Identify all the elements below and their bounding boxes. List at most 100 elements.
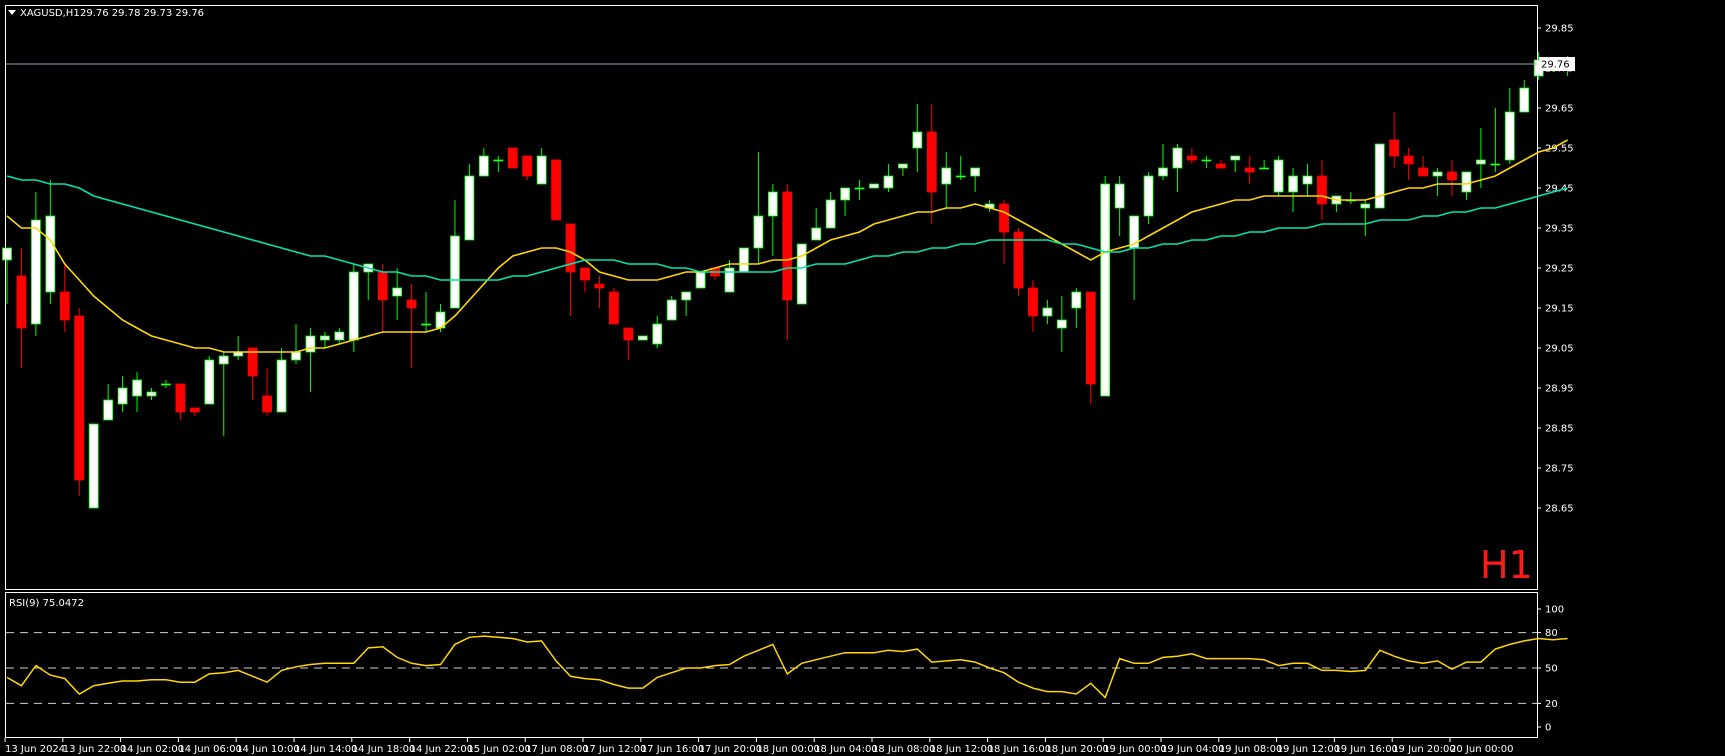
main-pane-frame xyxy=(5,5,1538,590)
price-axis: 29.8529.7529.6529.5529.4529.3529.2529.15… xyxy=(1537,24,1574,515)
candle-body xyxy=(753,215,764,249)
candle-body xyxy=(218,355,229,365)
candle-body xyxy=(912,131,923,149)
candle-body xyxy=(1504,111,1515,161)
candle-body xyxy=(161,383,171,386)
candle-body xyxy=(103,399,114,421)
candle-body xyxy=(1201,159,1212,162)
candle-body xyxy=(666,299,677,321)
rsi-pane-frame xyxy=(5,592,1538,738)
candle-body xyxy=(999,203,1009,233)
price-tick-label: 29.15 xyxy=(1545,304,1574,315)
candle-body xyxy=(955,175,966,178)
candle-body xyxy=(767,191,778,217)
candle-body xyxy=(421,323,431,326)
candle-body xyxy=(1172,147,1183,169)
candle-body xyxy=(450,235,460,309)
time-tick-label: 14 Jun 10:00 xyxy=(236,744,300,755)
time-tick-label: 15 Jun 02:00 xyxy=(467,744,531,755)
price-tick-label: 28.85 xyxy=(1545,424,1574,435)
candle-body xyxy=(59,291,70,321)
candle-body xyxy=(464,175,475,241)
candle-body xyxy=(840,187,850,201)
candle-body xyxy=(811,227,822,241)
candle-body xyxy=(580,267,590,281)
time-tick-label: 14 Jun 22:00 xyxy=(410,744,474,755)
candle-body xyxy=(1447,171,1457,181)
candle-body xyxy=(175,383,186,413)
candle-body xyxy=(1085,291,1096,385)
candle-body xyxy=(1432,171,1443,177)
candle-body xyxy=(1360,203,1371,209)
header-ohlc: 29.76 29.78 29.73 29.76 xyxy=(80,8,204,19)
candle-body xyxy=(1028,287,1038,317)
time-tick-label: 18 Jun 04:00 xyxy=(814,744,878,755)
candle-body xyxy=(1114,183,1125,209)
time-tick-label: 13 Jun 22:00 xyxy=(63,744,127,755)
candle-body xyxy=(941,167,952,185)
candle-body xyxy=(898,163,908,169)
candle-body xyxy=(825,199,836,229)
candle-body xyxy=(1490,163,1501,166)
candle-body xyxy=(1374,143,1385,209)
time-tick-label: 20 Jun 00:00 xyxy=(1450,744,1514,755)
candle-body xyxy=(1158,167,1168,177)
time-tick-label: 13 Jun 2024 xyxy=(5,744,65,755)
price-tick-label: 28.75 xyxy=(1545,464,1574,475)
candle-body xyxy=(796,243,807,305)
candle-body xyxy=(1230,155,1241,161)
time-tick-label: 18 Jun 00:00 xyxy=(756,744,820,755)
time-tick-label: 18 Jun 08:00 xyxy=(872,744,936,755)
candle-body xyxy=(478,155,489,177)
time-tick-label: 17 Jun 12:00 xyxy=(583,744,647,755)
candle-body xyxy=(88,423,99,509)
candle-body xyxy=(1259,167,1270,170)
candle-body xyxy=(637,335,648,341)
candle-body xyxy=(45,215,56,293)
candle-body xyxy=(1273,159,1284,193)
candle-body xyxy=(695,271,706,289)
candle-body xyxy=(334,331,345,341)
candle-body xyxy=(1418,167,1428,177)
candle-body xyxy=(1215,163,1226,169)
candle-body xyxy=(1317,175,1327,205)
rsi-tick-label: 20 xyxy=(1545,699,1558,710)
candle-body xyxy=(1244,167,1255,173)
candle-body xyxy=(1476,159,1486,165)
price-tick-label: 29.25 xyxy=(1545,264,1574,275)
candle-body xyxy=(536,155,547,185)
time-tick-label: 17 Jun 20:00 xyxy=(699,744,763,755)
candle-body xyxy=(869,183,879,189)
rsi-tick-label: 0 xyxy=(1545,723,1551,734)
candle-body xyxy=(377,271,388,301)
candle-body xyxy=(1071,291,1082,309)
candle-body xyxy=(348,271,359,341)
time-tick-label: 19 Jun 08:00 xyxy=(1219,744,1283,755)
candle-body xyxy=(623,327,634,341)
candle-body xyxy=(1461,171,1472,193)
time-tick-label: 14 Jun 02:00 xyxy=(121,744,185,755)
candle-body xyxy=(1288,175,1298,193)
candle-body xyxy=(291,351,301,361)
time-tick-label: 19 Jun 04:00 xyxy=(1161,744,1225,755)
candle-body xyxy=(854,187,865,190)
time-tick-label: 18 Jun 12:00 xyxy=(930,744,994,755)
candle-body xyxy=(276,359,287,413)
current-price-tag-text: 29.76 xyxy=(1541,60,1570,71)
candle-body xyxy=(117,387,128,405)
price-tick-label: 29.05 xyxy=(1545,344,1574,355)
price-tick-label: 29.85 xyxy=(1545,24,1574,35)
timeframe-label: H1 xyxy=(1480,543,1533,587)
candle-body xyxy=(1042,307,1053,317)
time-tick-label: 14 Jun 06:00 xyxy=(178,744,242,755)
price-tick-label: 29.65 xyxy=(1545,104,1574,115)
candle-body xyxy=(507,147,518,169)
candle-body xyxy=(681,291,692,301)
candle-body xyxy=(319,335,330,341)
candle-body xyxy=(1100,183,1111,397)
trading-chart[interactable]: XAGUSD,H1 29.76 29.78 29.73 29.76 29.85 2… xyxy=(0,0,1725,756)
candle-body xyxy=(522,155,533,177)
price-tick-label: 28.95 xyxy=(1545,384,1574,395)
candle-body xyxy=(30,219,41,325)
rsi-tick-label: 100 xyxy=(1545,605,1564,616)
